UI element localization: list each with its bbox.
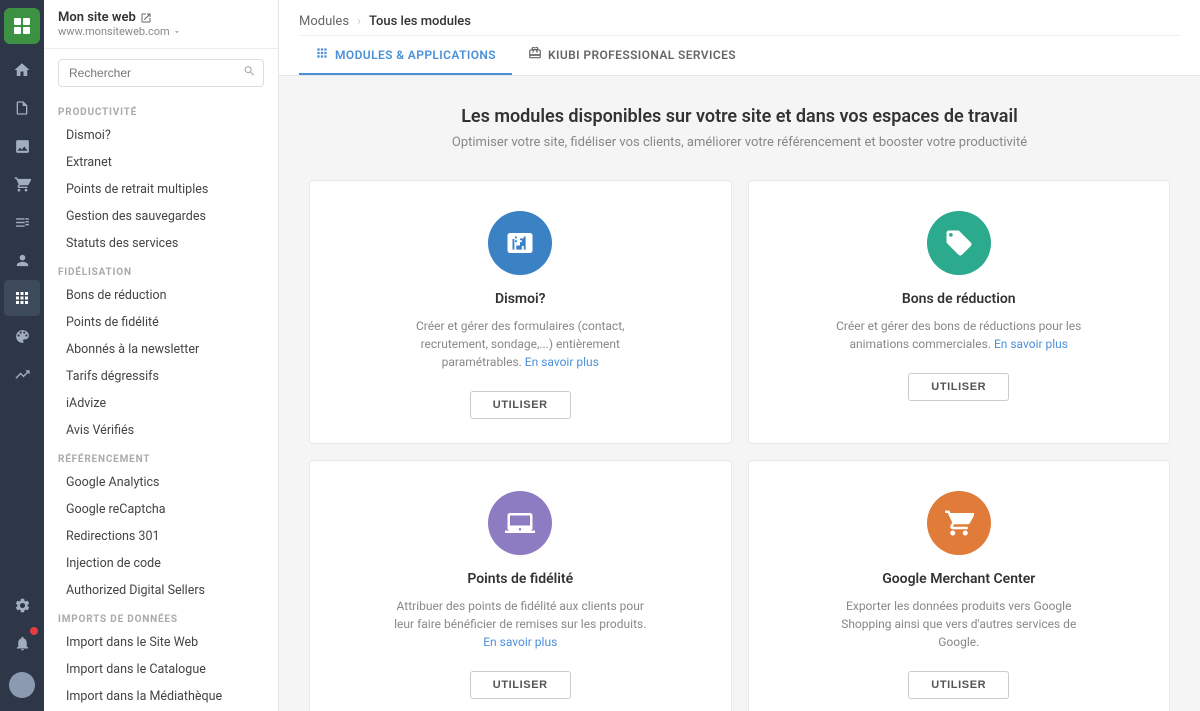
sidebar-section-label: RÉFÉRENCEMENT	[44, 444, 278, 469]
sidebar-item[interactable]: Bons de réduction	[44, 282, 278, 309]
user-avatar[interactable]	[4, 667, 40, 703]
search-box[interactable]	[58, 59, 264, 87]
sidebar-item[interactable]: Authorized Digital Sellers	[44, 577, 278, 604]
learn-more-link[interactable]: En savoir plus	[994, 337, 1068, 351]
sidebar-item[interactable]: Points de retrait multiples	[44, 176, 278, 203]
sidebar-item[interactable]: Import dans le Site Web	[44, 629, 278, 656]
module-icon-points_fidelite	[488, 491, 552, 555]
module-card-points_fidelite: Points de fidélité Attribuer des points …	[309, 460, 732, 711]
tab-label: MODULES & APPLICATIONS	[335, 48, 496, 62]
module-name: Bons de réduction	[902, 291, 1016, 307]
sidebar-item[interactable]: Abonnés à la newsletter	[44, 336, 278, 363]
search-input[interactable]	[58, 59, 264, 87]
breadcrumb-parent: Modules	[299, 14, 349, 29]
tab-label: KIUBI PROFESSIONAL SERVICES	[548, 48, 736, 62]
sidebar-item[interactable]: Google Analytics	[44, 469, 278, 496]
shop-icon[interactable]	[4, 166, 40, 202]
grid-icon	[315, 46, 329, 63]
sidebar-item[interactable]: Extranet	[44, 149, 278, 176]
module-name: Dismoi?	[495, 291, 546, 307]
settings-icon[interactable]	[4, 587, 40, 623]
sidebar-item[interactable]: Statuts des services	[44, 230, 278, 257]
top-bar: Modules › Tous les modules MODULES & APP…	[279, 0, 1200, 76]
search-icon	[243, 65, 256, 82]
learn-more-link[interactable]: En savoir plus	[483, 635, 557, 649]
page-subtitle: Optimiser votre site, fidéliser vos clie…	[309, 135, 1170, 150]
sidebar-item[interactable]: Points de fidélité	[44, 309, 278, 336]
notifications-icon[interactable]	[4, 625, 40, 661]
module-icon-dismoi	[488, 211, 552, 275]
sidebar-item[interactable]: Tarifs dégressifs	[44, 363, 278, 390]
module-name: Points de fidélité	[467, 571, 573, 587]
page-title: Les modules disponibles sur votre site e…	[309, 106, 1170, 127]
use-button-points_fidelite[interactable]: UTILISER	[470, 671, 571, 699]
sidebar-item[interactable]: iAdvize	[44, 390, 278, 417]
home-icon[interactable]	[4, 52, 40, 88]
module-card-google_merchant: Google Merchant Center Exporter les donn…	[748, 460, 1171, 711]
site-url[interactable]: www.monsiteweb.com	[58, 25, 182, 38]
sidebar-section-label: PRODUCTIVITÉ	[44, 97, 278, 122]
notification-badge	[30, 627, 38, 635]
tabs-bar: MODULES & APPLICATIONS KIUBI PROFESSIONAL…	[299, 35, 1180, 75]
site-name: Mon site web	[58, 10, 182, 25]
sidebar-item[interactable]: Dismoi?	[44, 122, 278, 149]
tab-modules[interactable]: MODULES & APPLICATIONS	[299, 36, 512, 75]
media-icon[interactable]	[4, 128, 40, 164]
module-icon-bons_reduction	[927, 211, 991, 275]
module-icon-google_merchant	[927, 491, 991, 555]
sidebar-item[interactable]: Import dans la Médiathèque	[44, 683, 278, 710]
module-card-dismoi: Dismoi? Créer et gérer des formulaires (…	[309, 180, 732, 444]
modules-icon[interactable]	[4, 280, 40, 316]
sidebar-item[interactable]: Google reCaptcha	[44, 496, 278, 523]
module-card-bons_reduction: Bons de réduction Créer et gérer des bon…	[748, 180, 1171, 444]
module-desc: Attribuer des points de fidélité aux cli…	[390, 597, 650, 651]
sidebar-sections: PRODUCTIVITÉDismoi?ExtranetPoints de ret…	[44, 97, 278, 710]
kiubi-logo[interactable]	[4, 8, 40, 44]
use-button-bons_reduction[interactable]: UTILISER	[908, 373, 1009, 401]
stats-icon[interactable]	[4, 356, 40, 392]
use-button-dismoi[interactable]: UTILISER	[470, 391, 571, 419]
use-button-google_merchant[interactable]: UTILISER	[908, 671, 1009, 699]
site-header: Mon site web www.monsiteweb.com	[44, 0, 278, 49]
page-icon[interactable]	[4, 90, 40, 126]
module-desc: Créer et gérer des formulaires (contact,…	[390, 317, 650, 371]
main-content: Modules › Tous les modules MODULES & APP…	[279, 0, 1200, 711]
page-header: Les modules disponibles sur votre site e…	[309, 106, 1170, 150]
learn-more-link[interactable]: En savoir plus	[525, 355, 599, 369]
left-icon-nav	[0, 0, 44, 711]
theme-icon[interactable]	[4, 318, 40, 354]
breadcrumb: Modules › Tous les modules	[299, 0, 1180, 35]
tab-services[interactable]: KIUBI PROFESSIONAL SERVICES	[512, 36, 752, 75]
breadcrumb-separator: ›	[357, 14, 361, 29]
sidebar-item[interactable]: Avis Vérifiés	[44, 417, 278, 444]
breadcrumb-current: Tous les modules	[369, 14, 471, 29]
sidebar-item[interactable]: Redirections 301	[44, 523, 278, 550]
module-name: Google Merchant Center	[882, 571, 1035, 587]
modules-grid: Dismoi? Créer et gérer des formulaires (…	[309, 180, 1170, 711]
sidebar-panel: Mon site web www.monsiteweb.com PRODUCTI…	[44, 0, 279, 711]
content-area: Les modules disponibles sur votre site e…	[279, 76, 1200, 711]
sidebar-section-label: FIDÉLISATION	[44, 257, 278, 282]
module-desc: Exporter les données produits vers Googl…	[829, 597, 1089, 651]
briefcase-icon	[528, 46, 542, 63]
sidebar-item[interactable]: Injection de code	[44, 550, 278, 577]
sidebar-item[interactable]: Gestion des sauvegardes	[44, 203, 278, 230]
sidebar-item[interactable]: Import dans le Catalogue	[44, 656, 278, 683]
users-icon[interactable]	[4, 242, 40, 278]
sidebar-section-label: IMPORTS DE DONNÉES	[44, 604, 278, 629]
module-desc: Créer et gérer des bons de réductions po…	[829, 317, 1089, 353]
blog-icon[interactable]	[4, 204, 40, 240]
